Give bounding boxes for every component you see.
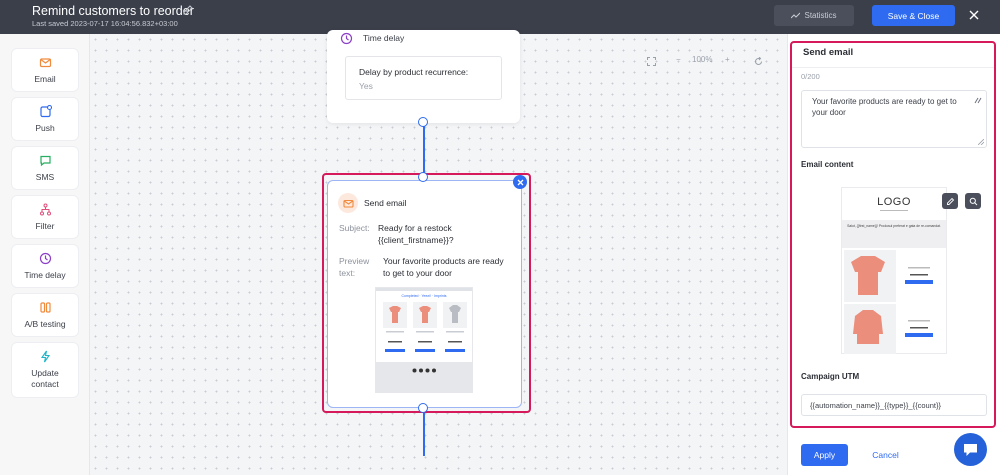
ab-testing-icon — [39, 302, 51, 313]
mail-icon — [39, 58, 51, 67]
subject-value: Ready for a restock {{client_firstname}}… — [378, 223, 454, 246]
clock-icon — [340, 32, 353, 45]
subject-label: Subject: — [339, 223, 370, 233]
connector-line — [423, 412, 425, 456]
close-icon — [517, 179, 523, 185]
panel-title: Send email — [803, 47, 854, 58]
preview-text-label: Preview text: — [339, 256, 370, 279]
character-counter: 0/200 — [801, 72, 820, 81]
pencil-icon — [946, 197, 954, 205]
output-port[interactable] — [418, 403, 428, 413]
mail-icon — [342, 199, 354, 208]
fullscreen-icon[interactable] — [647, 57, 656, 66]
statistics-label: Statistics — [804, 11, 837, 20]
tool-label: Push — [35, 122, 55, 133]
filter-icon — [39, 203, 51, 216]
email-greeting: Salut, {{first_name}}! Produsul preferat… — [847, 224, 941, 228]
close-icon[interactable] — [968, 9, 980, 21]
statistics-button[interactable]: Statistics — [774, 5, 854, 26]
preview-text-value: Your favorite products are ready to get … — [383, 256, 504, 279]
social-icons — [412, 368, 436, 373]
email-content-label: Email content — [801, 160, 854, 169]
preview-text-value: Your favorite products are ready to get … — [812, 97, 957, 117]
thumb-header-bar — [376, 288, 472, 291]
ai-generate-icon[interactable] — [974, 97, 983, 104]
node-title: Send email — [364, 198, 407, 208]
mail-badge — [338, 193, 358, 213]
sms-icon — [39, 155, 51, 166]
tool-update-contact[interactable]: Update contact — [12, 343, 78, 397]
input-port[interactable] — [418, 172, 428, 182]
tools-sidebar: Email Push SMS Filter Time delay A/B tes… — [0, 34, 90, 475]
tool-label: SMS — [35, 171, 55, 182]
tool-label: Email — [34, 73, 56, 84]
save-close-button[interactable]: Save & Close — [872, 5, 955, 26]
tool-email[interactable]: Email — [12, 49, 78, 91]
zoom-out-button[interactable]: − — [676, 55, 681, 64]
tool-filter[interactable]: Filter — [12, 196, 78, 238]
email-content-preview[interactable]: LOGO Salut, {{first_name}}! Produsul pre… — [841, 187, 947, 354]
push-icon — [39, 104, 52, 117]
remove-node-button[interactable] — [513, 175, 527, 189]
preview-text-field[interactable]: Your favorite products are ready to get … — [801, 90, 987, 148]
tool-label: Filter — [35, 220, 55, 231]
email-logo: LOGO — [877, 196, 911, 208]
email-thumbnail: Completed · Yeezi! · Imprints — [375, 287, 473, 393]
clock-icon — [39, 252, 51, 264]
time-delay-node[interactable]: Time delay Delay by product recurrence: … — [327, 30, 520, 123]
reset-icon[interactable] — [754, 57, 763, 66]
top-bar: Remind customers to reorder Last saved 2… — [0, 0, 1000, 34]
logo-underline — [880, 210, 908, 211]
lightning-icon — [40, 351, 50, 363]
node-title: Time delay — [363, 33, 405, 43]
resize-handle-icon[interactable] — [978, 139, 984, 145]
edit-pencil-icon[interactable] — [182, 4, 194, 16]
chat-support-button[interactable] — [954, 433, 987, 466]
thumb-footer — [376, 362, 472, 393]
tool-label: Time delay — [24, 269, 66, 280]
zoom-level: 100% — [692, 55, 713, 64]
edit-email-button[interactable] — [942, 193, 958, 209]
apply-button[interactable]: Apply — [801, 444, 848, 466]
email-greeting-block: Salut, {{first_name}}! Produsul preferat… — [842, 220, 946, 248]
output-port[interactable] — [418, 117, 428, 127]
tool-label: Update contact — [31, 368, 59, 389]
delay-field-value: Yes — [359, 81, 373, 91]
tool-push[interactable]: Push — [12, 98, 78, 140]
product-grid — [383, 302, 467, 352]
tool-sms[interactable]: SMS — [12, 147, 78, 189]
trend-icon — [791, 12, 801, 19]
tool-ab-testing[interactable]: A/B testing — [12, 294, 78, 336]
delay-setting: Delay by product recurrence: Yes — [345, 56, 502, 100]
automation-title: Remind customers to reorder — [32, 4, 194, 18]
thumb-heading: Completed · Yeezi! · Imprints — [401, 294, 447, 298]
tool-label: A/B testing — [24, 318, 66, 329]
preview-email-button[interactable] — [965, 193, 981, 209]
campaign-utm-label: Campaign UTM — [801, 372, 860, 381]
delay-field-label: Delay by product recurrence: — [359, 67, 469, 77]
tool-time-delay[interactable]: Time delay — [12, 245, 78, 287]
search-icon — [969, 197, 977, 205]
connector-line — [423, 125, 425, 177]
chat-icon — [964, 443, 977, 456]
cancel-button[interactable]: Cancel — [862, 444, 909, 466]
panel-divider — [792, 67, 994, 68]
email-products — [844, 250, 933, 354]
last-saved-text: Last saved 2023-07-17 16:04:56.832+03:00 — [32, 19, 178, 28]
zoom-in-button[interactable]: + — [725, 55, 730, 64]
campaign-utm-field[interactable]: {{automation_name}}_{{type}}_{{count}} — [801, 394, 987, 416]
